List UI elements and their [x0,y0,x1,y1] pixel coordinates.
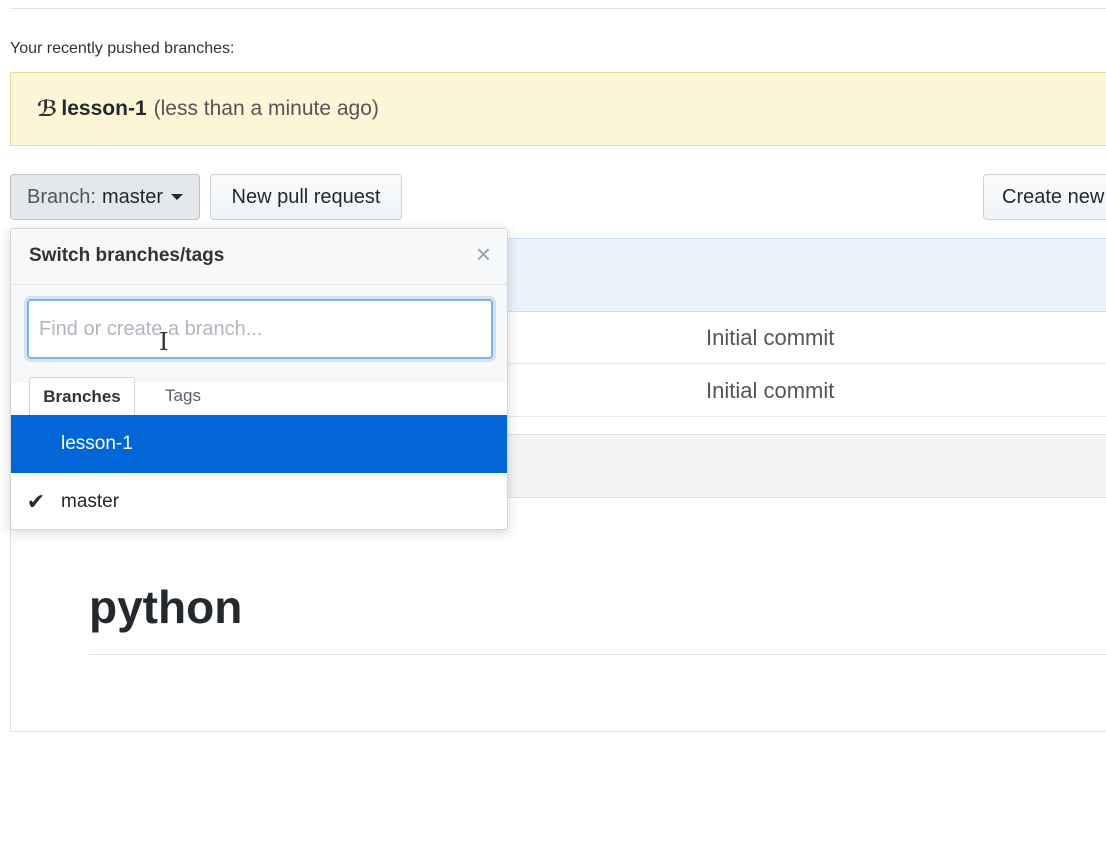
recent-branch-banner: ℬ lesson-1 (less than a minute ago) [10,72,1106,146]
tab-branches[interactable]: Branches [29,377,135,415]
new-pull-request-button[interactable]: New pull request [210,174,402,220]
latest-commit-bar [480,238,1106,312]
file-commit-message[interactable]: Initial commit [706,325,834,351]
recent-branches-label: Your recently pushed branches: [10,40,235,57]
file-row[interactable]: Initial commit [480,311,1106,364]
check-icon: ✔ [26,489,46,514]
recent-branch-time: (less than a minute ago) [153,97,379,120]
branch-item-lesson-1[interactable]: lesson-1 [11,415,507,473]
git-branch-icon: ℬ [37,96,58,121]
tab-tags[interactable]: Tags [139,377,227,415]
caret-down-icon [171,194,184,200]
top-divider [10,0,1106,9]
readme-header [480,434,1106,498]
branch-select-button[interactable]: Branch: master [10,174,200,220]
file-row[interactable]: Initial commit [480,364,1106,417]
close-icon[interactable]: × [476,241,491,267]
branch-list: lesson-1 ✔ master [11,415,507,531]
create-new-file-button[interactable]: Create new [983,174,1106,220]
dropdown-title: Switch branches/tags [29,245,225,266]
branch-tag-tabs: Branches Tags [11,377,507,415]
branch-filter-input[interactable] [27,299,493,359]
filter-area [11,285,507,383]
dropdown-header: Switch branches/tags × [11,229,507,285]
branch-item-master[interactable]: ✔ master [11,473,507,531]
file-commit-message[interactable]: Initial commit [706,378,834,404]
branch-item-label: master [61,491,120,512]
readme-content: python [10,496,1106,732]
recent-branch-name[interactable]: lesson-1 [61,97,146,121]
readme-divider [89,654,1106,655]
branch-select-prefix: Branch: [27,185,96,208]
branch-select-value: master [101,185,164,208]
text-cursor-icon: I [159,328,169,356]
readme-title: python [89,581,243,633]
branch-switcher-dropdown: Switch branches/tags × I Branches Tags l… [10,228,508,530]
branch-item-label: lesson-1 [61,433,133,454]
